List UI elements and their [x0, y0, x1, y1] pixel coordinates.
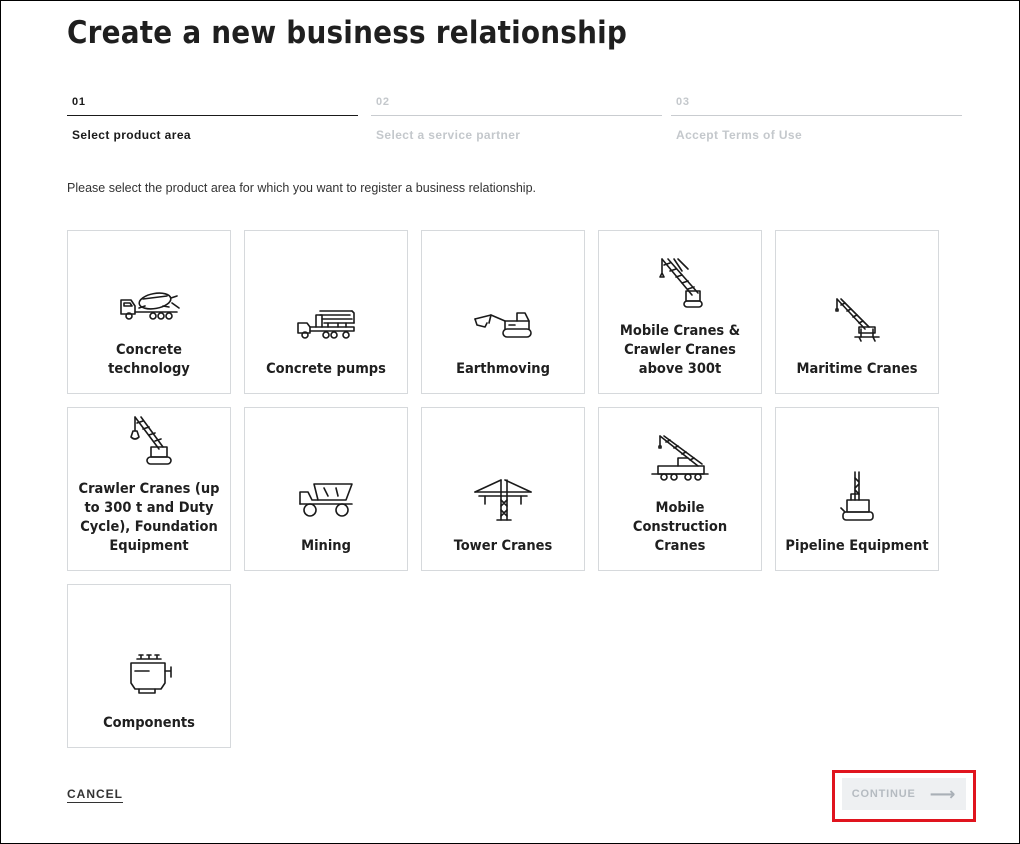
- page-title: Create a new business relationship: [67, 15, 628, 51]
- step-label: Select a service partner: [376, 128, 521, 142]
- product-tile-label: Mining: [301, 538, 351, 554]
- step-number: 03: [676, 96, 690, 108]
- pipelayer-icon: [822, 467, 892, 529]
- maritime-crane-icon: [822, 290, 892, 352]
- step-2: 02 Select a service partner: [371, 91, 662, 142]
- product-tile-maritime-cranes[interactable]: Maritime Cranes: [775, 230, 939, 394]
- product-tile-mobile-crawler-cranes-above-300t[interactable]: Mobile Cranes & Crawler Cranes above 300…: [598, 230, 762, 394]
- mobile-construction-crane-icon: [645, 429, 715, 491]
- product-tile-label: Mobile Cranes & Crawler Cranes above 300…: [619, 323, 741, 377]
- step-3: 03 Accept Terms of Use: [671, 91, 962, 142]
- engine-icon: [114, 644, 184, 706]
- product-tile-tower-cranes[interactable]: Tower Cranes: [421, 407, 585, 571]
- product-tile-crawler-cranes-foundation-equipment[interactable]: Crawler Cranes (up to 300 t and Duty Cyc…: [67, 407, 231, 571]
- product-tile-label: Pipeline Equipment: [785, 538, 929, 554]
- concrete-mixer-truck-icon: [114, 271, 184, 333]
- step-label: Accept Terms of Use: [676, 128, 803, 142]
- continue-label: CONTINUE: [851, 788, 916, 800]
- product-area-grid: Concrete technology Concrete pumps Earth…: [67, 230, 939, 748]
- cancel-button[interactable]: CANCEL: [67, 787, 123, 803]
- tower-crane-icon: [468, 467, 538, 529]
- step-number: 01: [72, 96, 86, 108]
- step-1: 01 Select product area: [67, 91, 358, 142]
- arrow-right-icon: ⟶: [929, 784, 957, 804]
- product-tile-label: Concrete pumps: [266, 361, 386, 377]
- product-tile-concrete-pumps[interactable]: Concrete pumps: [244, 230, 408, 394]
- product-tile-label: Crawler Cranes (up to 300 t and Duty Cyc…: [78, 481, 220, 554]
- product-tile-components[interactable]: Components: [67, 584, 231, 748]
- product-tile-label: Mobile Construction Cranes: [632, 500, 728, 554]
- product-tile-mobile-construction-cranes[interactable]: Mobile Construction Cranes: [598, 407, 762, 571]
- page-frame: Create a new business relationship 01 Se…: [0, 0, 1020, 844]
- crawler-crane-icon: [114, 410, 184, 472]
- product-tile-earthmoving[interactable]: Earthmoving: [421, 230, 585, 394]
- step-label: Select product area: [72, 128, 191, 142]
- product-tile-label: Components: [103, 715, 195, 731]
- product-tile-label: Tower Cranes: [453, 538, 553, 554]
- excavator-icon: [468, 290, 538, 352]
- product-tile-concrete-technology[interactable]: Concrete technology: [67, 230, 231, 394]
- concrete-pump-truck-icon: [291, 290, 361, 352]
- lattice-crane-icon: [645, 252, 715, 314]
- product-tile-label: Maritime Cranes: [796, 361, 918, 377]
- product-tile-mining[interactable]: Mining: [244, 407, 408, 571]
- stepper: 01 Select product area 02 Select a servi…: [67, 91, 962, 151]
- continue-button[interactable]: CONTINUE ⟶: [842, 778, 966, 810]
- mining-truck-icon: [291, 467, 361, 529]
- product-tile-label: Concrete technology: [108, 342, 190, 377]
- intro-text: Please select the product area for which…: [67, 181, 537, 195]
- product-tile-pipeline-equipment[interactable]: Pipeline Equipment: [775, 407, 939, 571]
- product-tile-label: Earthmoving: [456, 361, 550, 377]
- step-number: 02: [376, 96, 390, 108]
